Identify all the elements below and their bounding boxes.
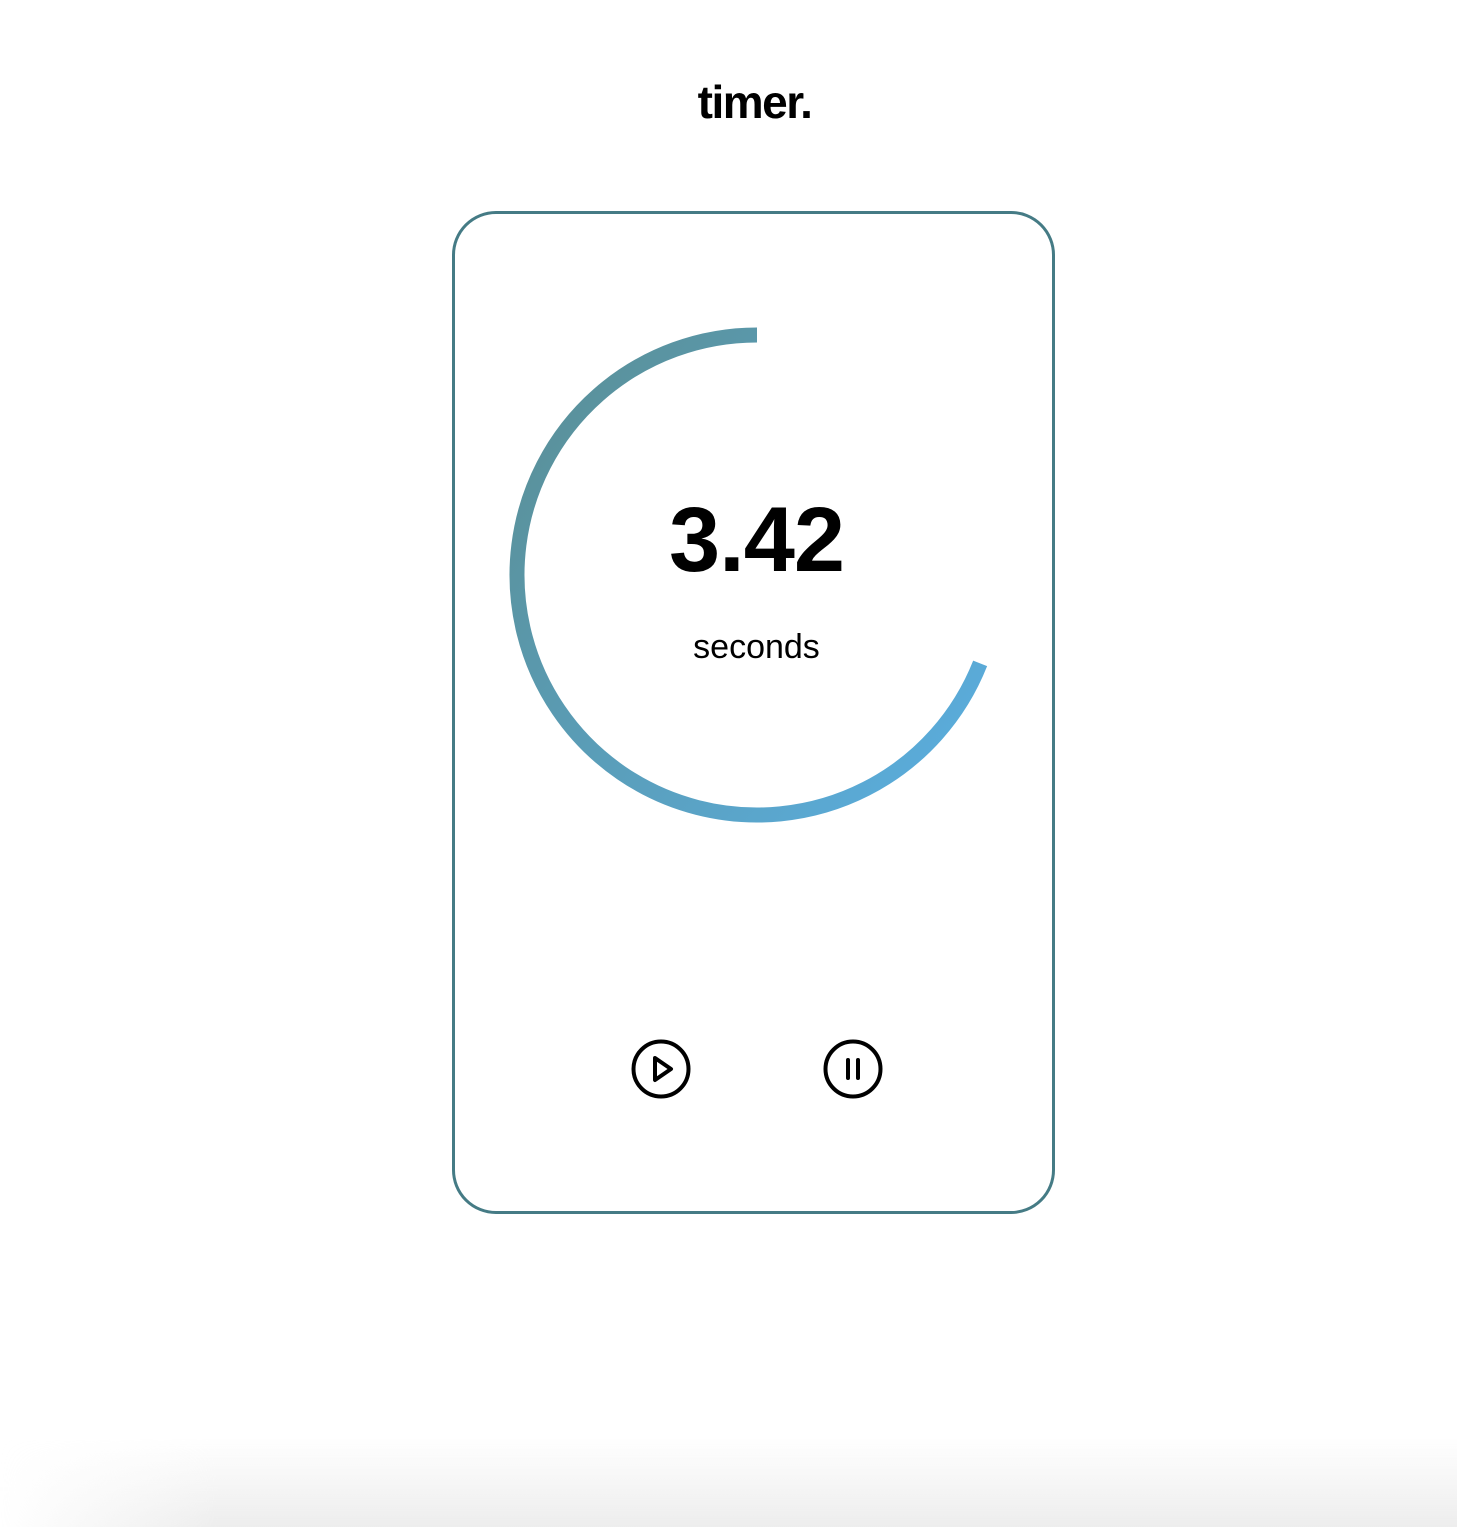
play-circle-icon [631, 1039, 691, 1099]
bottom-shadow [0, 1437, 1457, 1527]
play-button[interactable] [630, 1038, 692, 1100]
time-value: 3.42 [668, 489, 845, 591]
app-title: timer. [697, 76, 813, 128]
pause-circle-icon [823, 1039, 883, 1099]
pause-button[interactable] [822, 1038, 884, 1100]
timer-card: 3.42 seconds [452, 211, 1055, 1214]
progress-ring [509, 327, 988, 823]
time-unit-label: seconds [693, 628, 820, 666]
